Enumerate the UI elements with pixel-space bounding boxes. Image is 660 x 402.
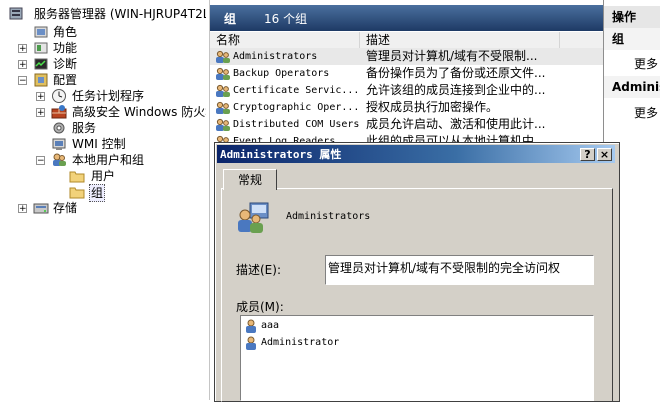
table-row[interactable]: Distributed COM Users 成员允许启动、激活和使用此计... <box>210 116 603 133</box>
configuration-icon <box>34 73 48 87</box>
table-row[interactable]: Backup Operators 备份操作员为了备份或还原文件... <box>210 65 603 82</box>
tree-label-users: 用户 <box>91 169 116 183</box>
tree-label-firewall: 高级安全 Windows 防火墙 <box>72 105 206 119</box>
group-icon <box>216 84 230 97</box>
tree-label-configuration: 配置 <box>53 73 78 87</box>
group-description-cell: 成员允许启动、激活和使用此计... <box>366 117 546 131</box>
group-description-cell: 管理员对计算机/域有不受限制... <box>366 49 538 63</box>
members-label: 成员(M): <box>236 300 284 314</box>
description-input[interactable]: 管理员对计算机/域有不受限制的完全访问权 <box>325 255 594 285</box>
actions-more-link[interactable]: 更多 <box>634 104 658 121</box>
column-header-description[interactable]: 描述 <box>360 32 560 48</box>
members-listbox[interactable]: aaa Administrator <box>240 315 594 401</box>
folder-icon <box>69 187 85 199</box>
group-icon <box>216 118 230 131</box>
member-name: aaa <box>261 320 280 331</box>
close-button[interactable]: × <box>597 148 612 161</box>
group-icon <box>216 50 230 63</box>
tree-label-diagnostics: 诊断 <box>53 57 78 71</box>
user-icon <box>246 336 256 350</box>
tree-label-groups: 组 <box>89 184 106 202</box>
tree-label-services: 服务 <box>72 121 97 135</box>
tree-label-roles: 角色 <box>53 25 78 39</box>
tree-label-local-users-groups: 本地用户和组 <box>72 153 145 167</box>
console-tree: 服务器管理器 (WIN-HJRUP4T2LY 角色 + 功能 + 诊断 − 配置… <box>0 0 206 400</box>
group-name-cell: Cryptographic Oper... <box>233 102 360 113</box>
list-header-bar: 组 16 个组 <box>210 5 603 31</box>
tree-label-wmi: WMI 控制 <box>72 137 126 151</box>
features-icon <box>34 42 48 54</box>
member-name: Administrator <box>261 337 340 348</box>
group-name: Administrators <box>286 211 371 222</box>
gear-icon <box>53 122 65 134</box>
tree-root-label: 服务器管理器 (WIN-HJRUP4T2LY <box>34 7 206 21</box>
group-icon <box>216 67 230 80</box>
tree-label-task-scheduler: 任务计划程序 <box>72 89 145 103</box>
help-button[interactable]: ? <box>580 148 595 161</box>
tab-general[interactable]: 常规 <box>223 169 277 190</box>
actions-section-groups[interactable]: 组 <box>604 28 660 50</box>
expand-icon[interactable]: + <box>36 92 45 102</box>
expand-icon[interactable]: + <box>18 204 27 214</box>
diagnostics-icon <box>34 58 48 70</box>
clock-icon <box>52 89 66 103</box>
group-name-cell: Backup Operators <box>233 68 330 79</box>
actions-more-link[interactable]: 更多 <box>634 55 658 72</box>
table-row[interactable]: Administrators 管理员对计算机/域有不受限制... <box>210 48 603 65</box>
description-label: 描述(E): <box>236 263 281 277</box>
storage-icon <box>33 203 49 214</box>
group-description-cell: 允许该组的成员连接到企业中的... <box>366 83 546 97</box>
group-name-cell: Certificate Servic... <box>233 85 360 96</box>
wmi-icon <box>52 138 66 150</box>
roles-icon <box>34 26 48 38</box>
collapse-icon[interactable]: − <box>18 76 27 86</box>
group-icon <box>216 101 230 114</box>
firewall-icon <box>51 105 67 119</box>
group-description-cell: 授权成员执行加密操作。 <box>366 100 499 114</box>
list-count: 16 个组 <box>264 12 308 26</box>
actions-title: 操作 <box>604 6 660 28</box>
folder-icon <box>69 171 85 183</box>
group-name-cell: Distributed COM Users <box>233 119 360 130</box>
group-icon <box>238 202 269 233</box>
tree-label-features: 功能 <box>53 41 78 55</box>
group-name-cell: Administrators <box>233 51 318 62</box>
general-tab-panel: Administrators 描述(E): 管理员对计算机/域有不受限制的完全访… <box>221 188 613 402</box>
expand-icon[interactable]: + <box>18 60 27 70</box>
table-row[interactable]: Certificate Servic... 允许该组的成员连接到企业中的... <box>210 82 603 99</box>
users-icon <box>53 153 66 166</box>
dialog-titlebar[interactable]: Administrators 属性 ? × <box>217 145 615 163</box>
column-header-name[interactable]: 名称 <box>210 32 360 48</box>
expand-icon[interactable]: + <box>36 108 45 118</box>
tree-label-storage: 存储 <box>53 201 78 215</box>
server-manager-icon <box>9 7 23 20</box>
column-headers: 名称 描述 <box>210 32 603 49</box>
user-icon <box>246 319 256 333</box>
dialog-title: Administrators 属性 <box>220 148 342 161</box>
description-value: 管理员对计算机/域有不受限制的完全访问权 <box>328 261 561 275</box>
properties-dialog: Administrators 属性 ? × 常规 Administrators … <box>214 142 620 402</box>
list-title: 组 <box>224 12 237 26</box>
actions-section-administrators[interactable]: Administrators <box>604 76 660 98</box>
table-row[interactable]: Cryptographic Oper... 授权成员执行加密操作。 <box>210 99 603 116</box>
group-description-cell: 备份操作员为了备份或还原文件... <box>366 66 546 80</box>
expand-icon[interactable]: + <box>18 44 27 54</box>
collapse-icon[interactable]: − <box>36 156 45 166</box>
